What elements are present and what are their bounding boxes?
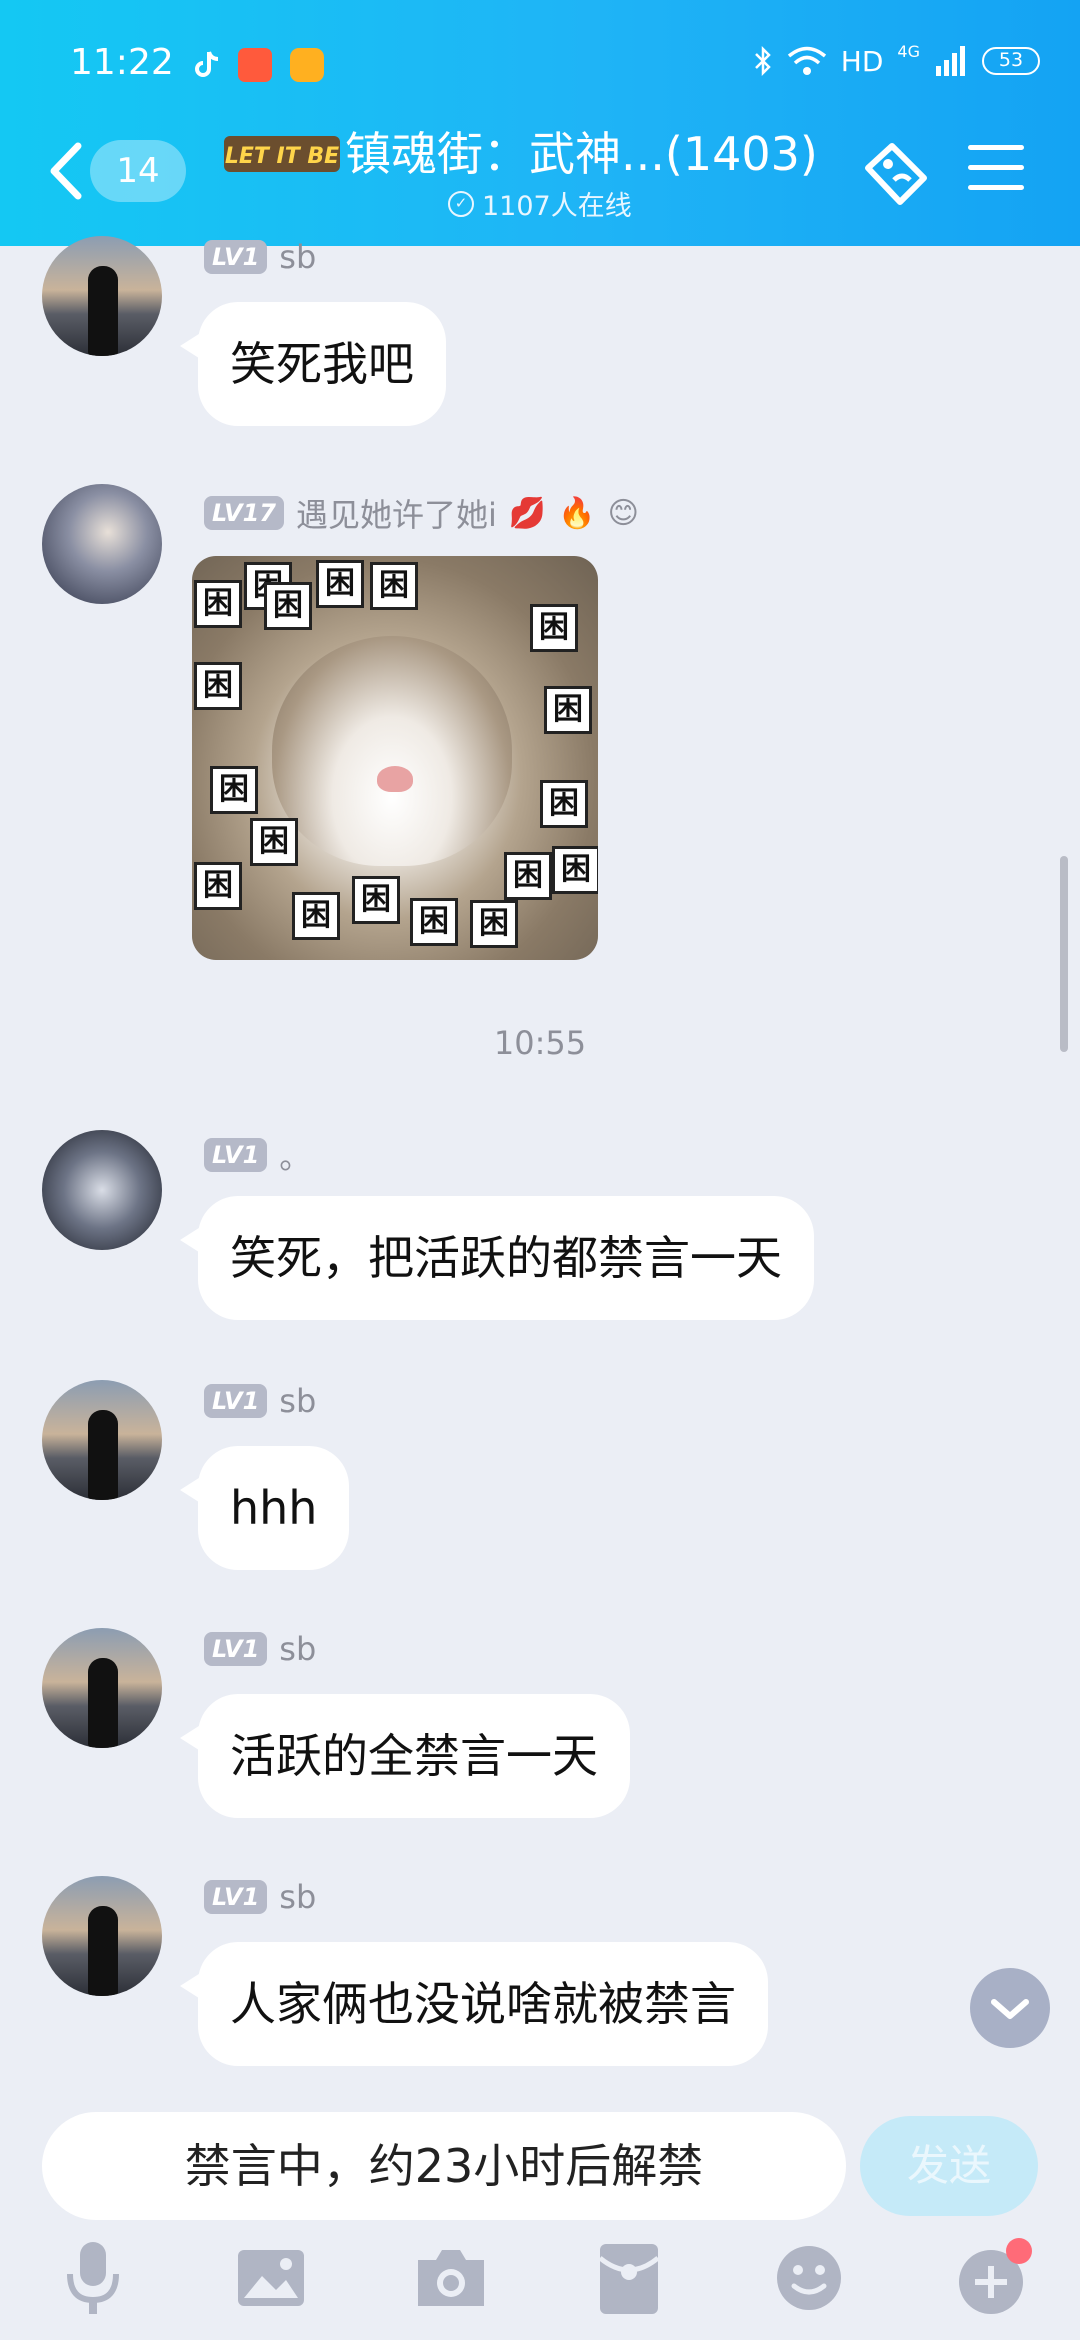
sender-name[interactable]: sb xyxy=(279,1878,316,1916)
sender-info: LV1 sb xyxy=(204,1382,316,1420)
sender-name[interactable]: sb xyxy=(279,1382,316,1420)
sender-info: LV1 sb xyxy=(204,238,316,276)
cat-face xyxy=(272,636,512,866)
status-bar: 11:22 HD 4G 53 xyxy=(0,36,1080,96)
tiktok-icon xyxy=(195,51,219,77)
level-badge: LV1 xyxy=(204,1880,268,1914)
sticker-char: 困 xyxy=(194,580,242,628)
bluetooth-icon xyxy=(754,45,771,77)
sticker-char: 困 xyxy=(530,604,578,652)
sticker-char: 困 xyxy=(544,686,592,734)
sticker-char: 困 xyxy=(470,900,518,948)
cat-nose xyxy=(377,766,413,792)
sticker-char: 困 xyxy=(552,846,598,894)
sticker-char: 困 xyxy=(540,780,588,828)
menu-button[interactable] xyxy=(968,145,1024,197)
wifi-icon xyxy=(787,46,826,75)
fire-icon: 🔥 xyxy=(558,495,596,531)
online-count-label: 1107人在线 xyxy=(482,191,632,222)
network-type: HD xyxy=(840,44,884,78)
avatar[interactable] xyxy=(42,484,162,604)
message-timestamp: 10:55 xyxy=(493,1024,587,1062)
emoji-icon[interactable] xyxy=(772,2238,846,2318)
microphone-icon[interactable] xyxy=(58,2238,128,2318)
sender-info: LV1 sb xyxy=(204,1878,316,1916)
sticker-char: 困 xyxy=(292,892,340,940)
message-bubble[interactable]: 活跃的全禁言一天 xyxy=(180,1694,630,1818)
image-icon[interactable] xyxy=(236,2238,306,2318)
avatar[interactable] xyxy=(42,1130,162,1250)
chevron-down-icon xyxy=(991,1999,1029,2019)
sticker-char: 困 xyxy=(370,562,418,610)
sender-name[interactable]: 。 xyxy=(279,1132,311,1178)
sender-name[interactable]: sb xyxy=(279,238,316,276)
chat-header: 11:22 HD 4G 53 14 LET IT BE 镇魂街：武神...(14… xyxy=(0,0,1080,246)
sticker-image[interactable]: 困 困 困 困 困 困 困 困 困 困 困 困 困 困 困 困 困 困 xyxy=(192,556,598,960)
message-input[interactable]: 禁言中，约23小时后解禁 xyxy=(42,2112,846,2220)
sticker-char: 困 xyxy=(410,898,458,946)
sender-name[interactable]: 遇见她许了她i xyxy=(296,490,497,536)
status-time: 11:22 xyxy=(70,42,174,83)
status-right: HD 4G 53 xyxy=(753,41,1040,78)
input-toolbar xyxy=(0,2238,1080,2328)
level-badge: LV1 xyxy=(204,1138,268,1172)
notification-dot xyxy=(1006,2238,1032,2264)
signal-type: 4G xyxy=(897,41,920,61)
sticker-char: 困 xyxy=(504,852,552,900)
avatar[interactable] xyxy=(42,236,162,356)
battery-icon: 53 xyxy=(982,47,1040,75)
level-badge: LV1 xyxy=(204,1384,268,1418)
group-logo: LET IT BE xyxy=(224,136,340,172)
chevron-down-icon: ✓ xyxy=(448,190,474,217)
sticker-char: 困 xyxy=(352,876,400,924)
message-bubble[interactable]: 笑死我吧 xyxy=(180,302,446,426)
send-button[interactable]: 发送 xyxy=(860,2116,1038,2216)
avatar[interactable] xyxy=(42,1876,162,1996)
online-count[interactable]: ✓ 1107人在线 xyxy=(448,184,632,223)
sender-info: LV1 sb xyxy=(204,1630,316,1668)
tag-icon[interactable] xyxy=(858,140,932,210)
scrollbar[interactable] xyxy=(1060,856,1068,1052)
sender-name[interactable]: sb xyxy=(279,1630,316,1668)
lips-icon: 💋 xyxy=(508,495,547,531)
level-badge: LV17 xyxy=(204,496,284,530)
level-badge: LV1 xyxy=(204,240,268,274)
message-bubble[interactable]: hhh xyxy=(179,1446,350,1570)
avatar[interactable] xyxy=(42,1380,162,1500)
group-title[interactable]: 镇魂街：武神...(1403) xyxy=(345,118,818,184)
sticker-char: 困 xyxy=(194,662,242,710)
sender-info: LV1 。 xyxy=(204,1132,311,1178)
game-app-icon xyxy=(290,48,324,82)
sender-info: LV17 遇见她许了她i 💋 🔥 😊 xyxy=(204,490,639,536)
unread-count-badge[interactable]: 14 xyxy=(90,140,186,202)
kuaishou-icon xyxy=(238,48,272,82)
red-packet-icon[interactable] xyxy=(598,2238,660,2318)
sticker-char: 困 xyxy=(194,862,242,910)
message-bubble[interactable]: 笑死，把活跃的都禁言一天 xyxy=(180,1196,814,1320)
signal-icon xyxy=(936,46,965,76)
scroll-to-bottom-button[interactable] xyxy=(970,1968,1050,2048)
logo-text: LET IT BE xyxy=(225,144,339,169)
avatar[interactable] xyxy=(42,1628,162,1748)
sticker-char: 困 xyxy=(264,582,312,630)
sticker-char: 困 xyxy=(250,818,298,866)
smile-icon: 😊 xyxy=(607,495,639,531)
camera-icon[interactable] xyxy=(414,2238,488,2318)
sticker-char: 困 xyxy=(210,766,258,814)
level-badge: LV1 xyxy=(204,1632,268,1666)
sticker-char: 困 xyxy=(316,560,364,608)
message-bubble[interactable]: 人家俩也没说啥就被禁言 xyxy=(180,1942,768,2066)
